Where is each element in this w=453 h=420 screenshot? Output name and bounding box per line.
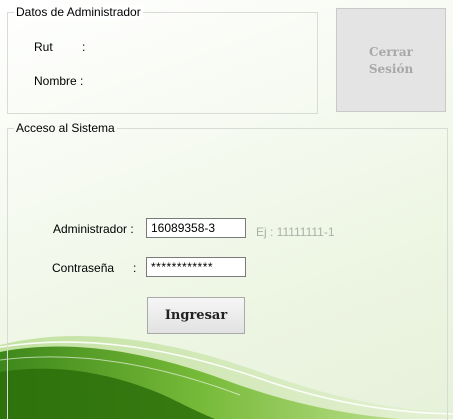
admin-label: Administrador : <box>53 222 134 236</box>
logout-label-line1: Cerrar <box>369 45 413 59</box>
logout-label-line2: Sesión <box>368 62 414 76</box>
password-label: Contraseña <box>52 261 115 275</box>
password-input[interactable] <box>146 257 246 277</box>
password-colon: : <box>133 261 137 275</box>
nombre-label: Nombre : <box>34 74 84 88</box>
admin-data-title: Datos de Administrador <box>14 5 143 19</box>
rut-hint: Ej : 11111111-1 <box>256 225 335 239</box>
admin-input[interactable] <box>146 218 246 238</box>
rut-label: Rut <box>34 40 53 54</box>
admin-data-group: Datos de Administrador <box>7 5 318 114</box>
logout-button[interactable]: Cerrar Sesión <box>336 8 446 112</box>
login-button[interactable]: Ingresar <box>147 297 245 334</box>
rut-colon: : <box>82 40 86 54</box>
system-access-title: Acceso al Sistema <box>14 121 117 135</box>
